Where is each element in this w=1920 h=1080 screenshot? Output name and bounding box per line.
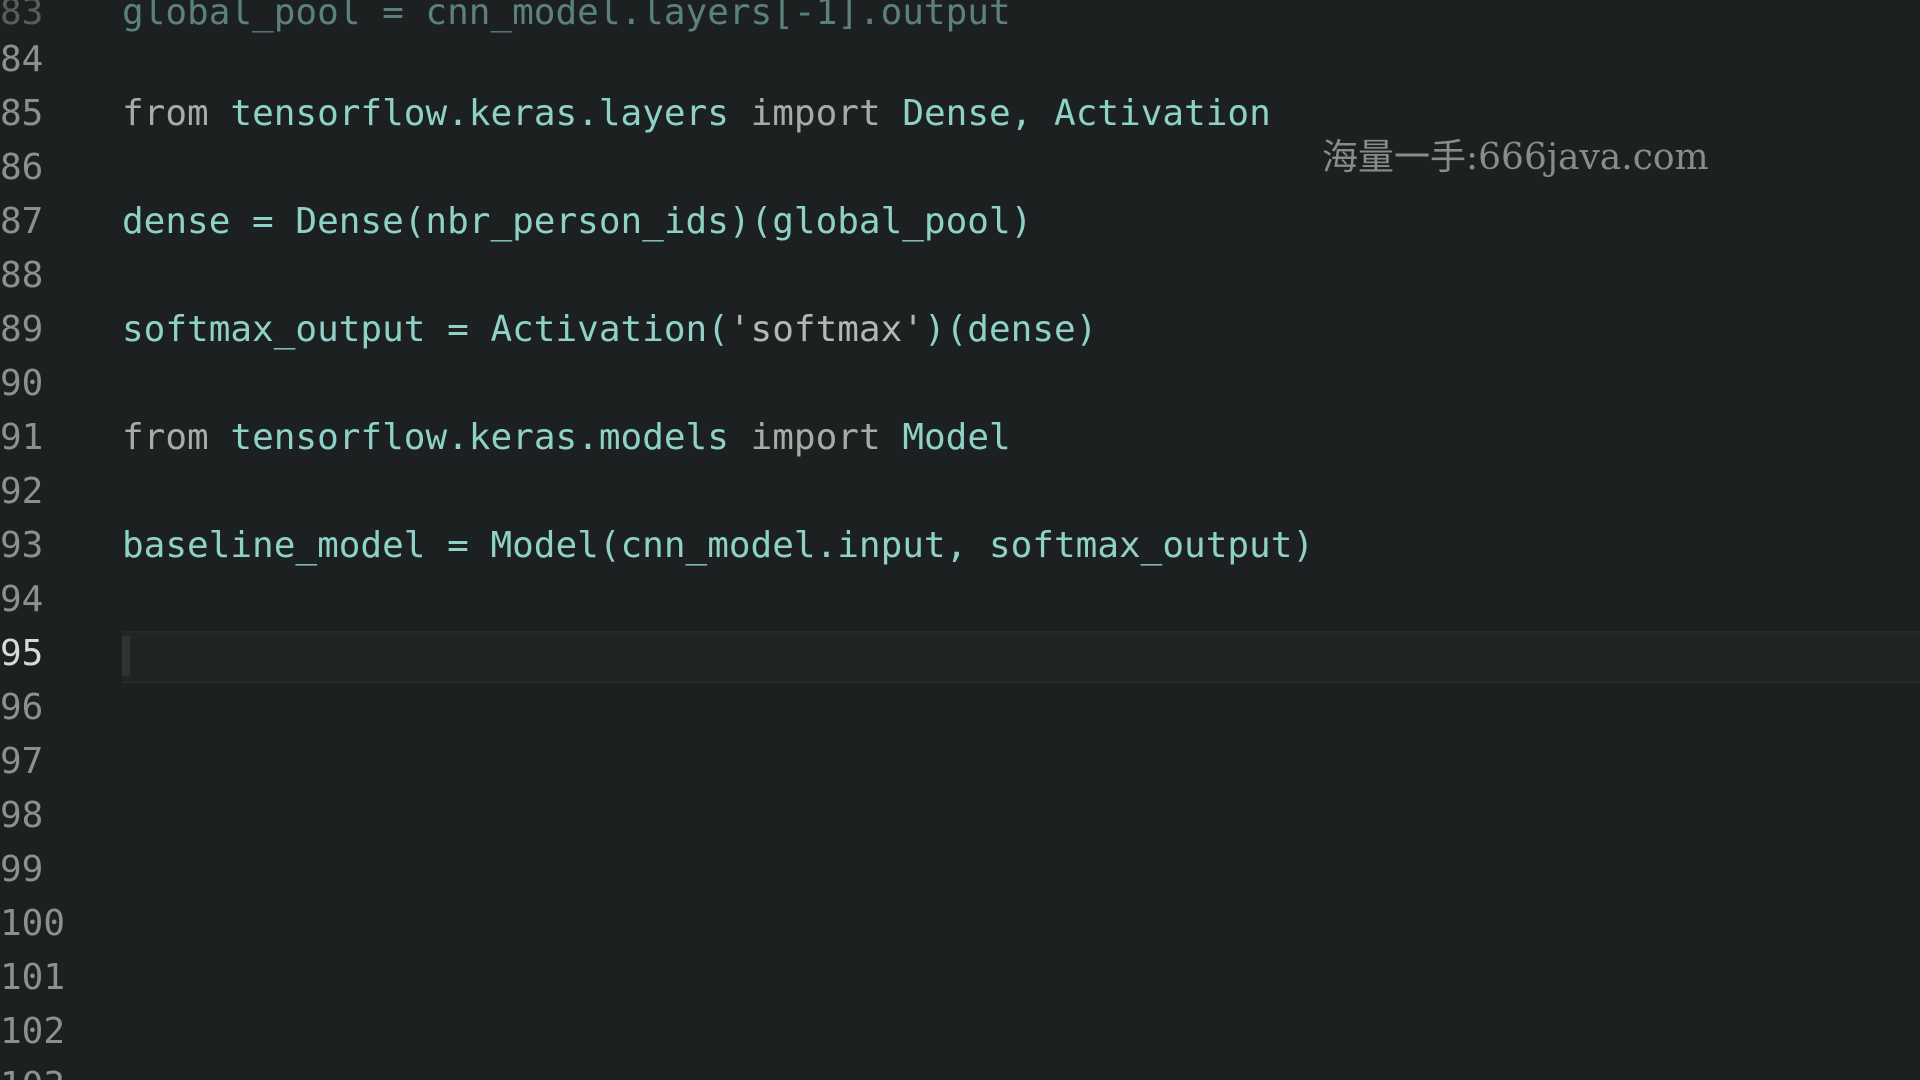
- line-number: 86: [0, 147, 44, 188]
- code-line-88[interactable]: 88: [0, 249, 1920, 303]
- line-number: 93: [0, 525, 44, 566]
- imported-names: Model: [902, 417, 1011, 458]
- code-line-84[interactable]: 84: [0, 33, 1920, 87]
- code-line-87[interactable]: 87 dense = Dense(nbr_person_ids)(global_…: [0, 195, 1920, 249]
- code-line-99[interactable]: 99: [0, 843, 1920, 897]
- code-editor[interactable]: 83 global_pool = cnn_model.layers[-1].ou…: [0, 0, 1920, 1080]
- line-number: 87: [0, 201, 44, 242]
- code-text[interactable]: dense = Dense(nbr_person_ids)(global_poo…: [122, 195, 1032, 249]
- code-line-101[interactable]: 101: [0, 951, 1920, 1005]
- watermark-text: 海量一手:666java.com: [1322, 137, 1709, 178]
- code-line-94[interactable]: 94: [0, 573, 1920, 627]
- keyword-from: from: [122, 93, 209, 134]
- line-number: 98: [0, 795, 44, 836]
- line-number: 85: [0, 93, 44, 134]
- line-number: 101: [0, 957, 66, 998]
- keyword-import: import: [750, 93, 881, 134]
- line-number: 99: [0, 849, 44, 890]
- code-line-100[interactable]: 100: [0, 897, 1920, 951]
- code-line-93[interactable]: 93 baseline_model = Model(cnn_model.inpu…: [0, 519, 1920, 573]
- line-number: 92: [0, 471, 44, 512]
- line-number: 88: [0, 255, 44, 296]
- line-number-active: 95: [0, 633, 44, 674]
- code-line-102[interactable]: 102: [0, 1005, 1920, 1059]
- code-text[interactable]: from tensorflow.keras.layers import Dens…: [122, 87, 1271, 141]
- code-text[interactable]: softmax_output = Activation('softmax')(d…: [122, 303, 1097, 357]
- code-segment: softmax_output = Activation(: [122, 309, 729, 350]
- line-number: 103: [0, 1059, 70, 1080]
- code-line-92[interactable]: 92: [0, 465, 1920, 519]
- line-number: 94: [0, 579, 44, 620]
- line-number: 90: [0, 363, 44, 404]
- code-line-89[interactable]: 89 softmax_output = Activation('softmax'…: [0, 303, 1920, 357]
- code-line-96[interactable]: 96: [0, 681, 1920, 735]
- code-segment: )(dense): [923, 309, 1098, 350]
- line-number: 89: [0, 309, 44, 350]
- code-line-103[interactable]: 103: [0, 1059, 1920, 1080]
- keyword-import: import: [750, 417, 881, 458]
- code-line-98[interactable]: 98: [0, 789, 1920, 843]
- code-line-91[interactable]: 91 from tensorflow.keras.models import M…: [0, 411, 1920, 465]
- module-name: tensorflow.keras.layers: [230, 93, 729, 134]
- code-line-90[interactable]: 90: [0, 357, 1920, 411]
- string-literal: 'softmax': [728, 309, 924, 350]
- line-number: 84: [0, 39, 44, 80]
- module-name: tensorflow.keras.models: [230, 417, 729, 458]
- line-number: 102: [0, 1011, 66, 1052]
- line-number: 91: [0, 417, 44, 458]
- keyword-from: from: [122, 417, 209, 458]
- code-text[interactable]: from tensorflow.keras.models import Mode…: [122, 411, 1011, 465]
- imported-names: Dense, Activation: [902, 93, 1271, 134]
- line-number: 96: [0, 687, 44, 728]
- code-line-95[interactable]: 95: [0, 627, 1920, 681]
- line-number: 97: [0, 741, 44, 782]
- line-number: 100: [0, 903, 66, 944]
- code-line-97[interactable]: 97: [0, 735, 1920, 789]
- code-text[interactable]: baseline_model = Model(cnn_model.input, …: [122, 519, 1314, 573]
